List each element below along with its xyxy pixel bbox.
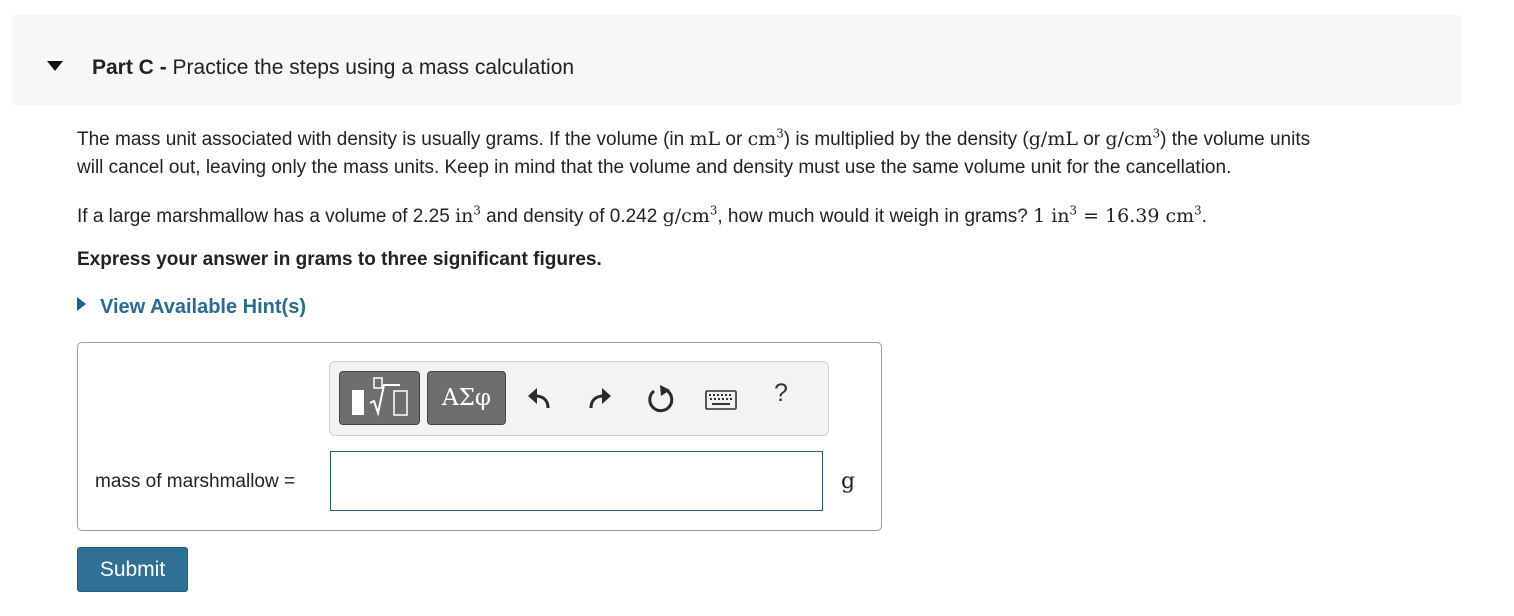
answer-label: mass of marshmallow = <box>95 471 296 492</box>
reset-icon[interactable] <box>646 384 676 414</box>
keyboard-icon[interactable] <box>705 390 737 410</box>
intro-text-a: The mass unit associated with density is… <box>77 129 690 150</box>
answer-box: ΑΣφ ? mass of marshmallow = g <box>77 342 882 531</box>
part-separator: - <box>153 56 173 79</box>
view-hints-link[interactable]: View Available Hint(s) <box>77 296 306 319</box>
intro-math-cm-exp: 3 <box>776 126 784 141</box>
part-title-text: Practice the steps using a mass calculat… <box>172 56 575 79</box>
math-toolbar: ΑΣφ ? <box>329 361 829 436</box>
problem-math-equals-exp: 3 <box>1194 203 1202 218</box>
problem-text-c: , how much would it weigh in grams? <box>717 206 1034 227</box>
templates-button[interactable] <box>339 371 420 425</box>
undo-icon[interactable] <box>526 386 552 412</box>
problem-math-in-exp: 3 <box>473 203 481 218</box>
help-icon[interactable]: ? <box>768 379 794 408</box>
problem-math-in: in <box>455 205 474 227</box>
submit-button[interactable]: Submit <box>77 547 188 592</box>
part-header: Part C - Practice the steps using a mass… <box>12 15 1461 105</box>
intro-math-g-per-ml: g/mL <box>1028 128 1078 150</box>
collapse-triangle-icon[interactable] <box>47 61 63 71</box>
intro-text-b: or <box>720 129 748 150</box>
problem-paragraph: If a large marshmallow has a volume of 2… <box>77 202 1207 231</box>
answer-input[interactable] <box>330 451 823 511</box>
redo-icon[interactable] <box>587 386 613 412</box>
greek-symbols-button[interactable]: ΑΣφ <box>427 371 506 425</box>
greek-symbols-icon: ΑΣφ <box>442 385 491 411</box>
intro-paragraph: The mass unit associated with density is… <box>77 125 1310 182</box>
templates-icon <box>352 377 408 417</box>
part-label: Part C <box>92 56 154 79</box>
part-title: Part C - Practice the steps using a mass… <box>92 56 574 80</box>
intro-math-g-per-cm: g/cm <box>1105 128 1153 150</box>
problem-math-1-in-exp: 3 <box>1069 203 1078 218</box>
expand-triangle-icon <box>77 297 86 311</box>
intro-text-c: ) is multiplied by the density ( <box>783 129 1029 150</box>
answer-unit: g <box>841 469 856 494</box>
intro-text-line2: will cancel out, leaving only the mass u… <box>77 157 1232 178</box>
problem-math-1-in: 1 in <box>1033 205 1070 227</box>
intro-text-d: or <box>1077 129 1106 150</box>
problem-math-equals: = 16.39 cm <box>1077 205 1195 227</box>
problem-text-a: If a large marshmallow has a volume of 2… <box>77 206 456 227</box>
problem-text-b: and density of 0.242 <box>480 206 663 227</box>
view-hints-label[interactable]: View Available Hint(s) <box>100 296 306 318</box>
instruction-text: Express your answer in grams to three si… <box>77 249 602 270</box>
intro-text-e: ) the volume units <box>1160 129 1311 150</box>
problem-math-g-per-cm: g/cm <box>662 205 710 227</box>
intro-math-ml: mL <box>689 128 721 150</box>
problem-text-d: . <box>1201 206 1207 227</box>
intro-math-cm: cm <box>747 128 777 150</box>
